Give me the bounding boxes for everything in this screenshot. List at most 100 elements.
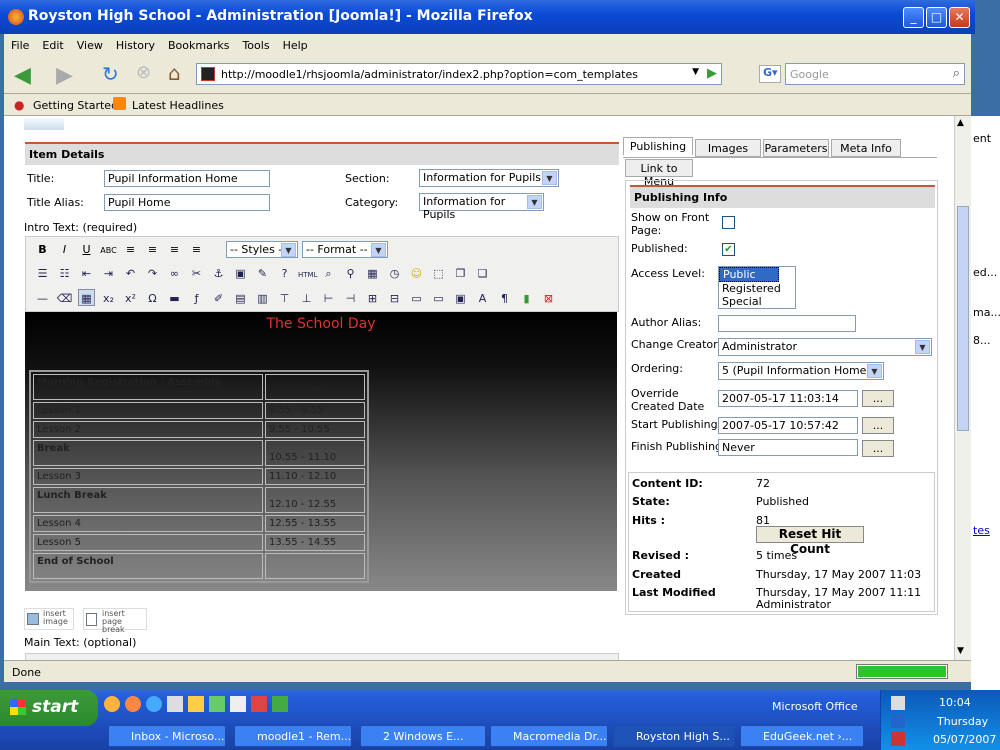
quick-launch-icon[interactable] — [251, 696, 267, 712]
forward-icon[interactable]: ▶ — [56, 63, 73, 88]
scroll-down-icon[interactable]: ▼ — [957, 646, 964, 656]
author-alias-input[interactable] — [718, 315, 856, 332]
fragment-link[interactable]: tes — [973, 524, 990, 537]
task-royston[interactable]: Royston High S... — [613, 725, 735, 747]
redo-icon[interactable]: ↷ — [144, 265, 161, 282]
media-icon[interactable]: ⬚ — [430, 265, 447, 282]
split-cell-icon[interactable]: ⊞ — [364, 290, 381, 307]
hr-icon[interactable]: ▬ — [166, 290, 183, 307]
task-edugeek[interactable]: EduGeek.net ›... — [740, 725, 864, 747]
cell-props-icon[interactable]: ▥ — [254, 290, 271, 307]
date-icon[interactable]: ▦ — [364, 265, 381, 282]
finish-calendar-button[interactable]: ... — [862, 440, 894, 457]
remove-format-icon[interactable]: ⌫ — [56, 290, 73, 307]
justify-icon[interactable]: ≡ — [188, 241, 205, 258]
title-input[interactable]: Pupil Information Home — [104, 170, 270, 187]
search-icon[interactable]: ⌕ — [953, 66, 960, 81]
quick-launch-icon[interactable] — [209, 696, 225, 712]
tab-images[interactable]: Images — [695, 139, 761, 157]
search-icon[interactable]: ⌕ — [320, 265, 337, 282]
bold-icon[interactable]: B — [34, 241, 51, 258]
menu-file[interactable]: File — [11, 39, 29, 52]
numbered-list-icon[interactable]: ☷ — [56, 265, 73, 282]
charmap-icon[interactable]: Ω — [144, 290, 161, 307]
access-option-public[interactable]: Public — [719, 267, 779, 282]
url-dropdown-icon[interactable]: ▼ — [692, 67, 699, 77]
task-windows-explorer[interactable]: 2 Windows E... — [360, 725, 486, 747]
row-props-icon[interactable]: ▤ — [232, 290, 249, 307]
menu-history[interactable]: History — [116, 39, 155, 52]
finish-publishing-input[interactable]: Never — [718, 439, 858, 456]
align-left-icon[interactable]: ≡ — [122, 241, 139, 258]
editor-content[interactable]: The School Day Morning Registration / As… — [25, 312, 617, 591]
insert-row-icon[interactable]: ⊤ — [276, 290, 293, 307]
insert-col-icon[interactable]: ⊢ — [320, 290, 337, 307]
start-calendar-button[interactable]: ... — [862, 417, 894, 434]
task-inbox[interactable]: Inbox - Microso... — [108, 725, 226, 747]
ordering-select[interactable]: 5 (Pupil Information Home) ▼ — [718, 362, 884, 380]
tab-link-to-menu[interactable]: Link to Menu — [625, 159, 693, 188]
menu-tools[interactable]: Tools — [242, 39, 269, 52]
close-button[interactable]: ✕ — [949, 7, 970, 28]
alias-input[interactable]: Pupil Home — [104, 194, 270, 211]
quick-launch-icon[interactable] — [167, 696, 183, 712]
clock-time[interactable]: 10:04 — [939, 696, 971, 709]
insert-pagebreak-button[interactable]: insert page break — [83, 608, 147, 634]
bullet-list-icon[interactable]: ☰ — [34, 265, 51, 282]
bookmark-getting-started[interactable]: Getting Started — [33, 99, 118, 112]
flash-icon[interactable]: ƒ — [188, 290, 205, 307]
override-calendar-button[interactable]: ... — [862, 390, 894, 407]
section-select[interactable]: Information for Pupils ▼ — [419, 169, 559, 187]
back-icon[interactable]: ◀ — [14, 63, 31, 88]
subscript-icon[interactable]: x₂ — [100, 290, 117, 307]
visualaid-icon[interactable]: ✐ — [210, 290, 227, 307]
tray-icon[interactable] — [891, 696, 905, 710]
creator-select[interactable]: Administrator ▼ — [718, 338, 932, 356]
tray-icon[interactable] — [891, 732, 905, 746]
search-input[interactable]: Google ⌕ — [785, 63, 965, 85]
access-option-special[interactable]: Special — [719, 295, 795, 308]
delete-col-icon[interactable]: ⊣ — [342, 290, 359, 307]
task-macromedia[interactable]: Macromedia Dr... — [490, 725, 608, 747]
office-toolbar-label[interactable]: Microsoft Office — [772, 700, 858, 713]
quick-launch-icon[interactable] — [188, 696, 204, 712]
front-page-checkbox[interactable] — [722, 216, 735, 229]
superscript-icon[interactable]: x² — [122, 290, 139, 307]
layer-icon[interactable]: ▭ — [408, 290, 425, 307]
schedule-table[interactable]: Morning Registration / Assembly 8.45 - 8.… — [29, 370, 369, 583]
reload-icon[interactable]: ↻ — [102, 62, 119, 86]
menu-help[interactable]: Help — [283, 39, 308, 52]
emotions-icon[interactable]: ☺ — [408, 265, 425, 282]
tray-icon[interactable] — [891, 714, 905, 728]
menu-edit[interactable]: Edit — [42, 39, 63, 52]
link-icon[interactable]: ∞ — [166, 265, 183, 282]
style-icon[interactable]: ▭ — [430, 290, 447, 307]
scroll-thumb[interactable] — [957, 206, 969, 431]
published-checkbox[interactable]: ✔ — [722, 243, 735, 256]
html-icon[interactable]: HTML — [298, 267, 317, 284]
insert-image-button[interactable]: insert image — [24, 608, 74, 630]
go-icon[interactable]: ▶ — [707, 66, 717, 81]
merge-cell-icon[interactable]: ⊟ — [386, 290, 403, 307]
movie-icon[interactable]: ▮ — [518, 290, 535, 307]
scroll-up-icon[interactable]: ▲ — [957, 118, 964, 128]
indent-icon[interactable]: ⇥ — [100, 265, 117, 282]
font-icon[interactable]: A — [474, 290, 491, 307]
undo-icon[interactable]: ↶ — [122, 265, 139, 282]
quick-launch-icon[interactable] — [104, 696, 120, 712]
home-icon[interactable]: ⌂ — [168, 61, 181, 85]
tab-publishing[interactable]: Publishing — [623, 137, 693, 155]
paragraph-icon[interactable]: ¶ — [496, 290, 513, 307]
search-engine-icon[interactable]: G▾ — [759, 65, 781, 83]
start-button[interactable]: start — [0, 690, 98, 726]
url-bar[interactable]: http://moodle1/rhsjoomla/administrator/i… — [196, 63, 722, 85]
access-level-list[interactable]: Public Registered Special — [718, 266, 796, 309]
print-icon[interactable]: ▣ — [452, 290, 469, 307]
firefox-icon[interactable] — [125, 696, 141, 712]
horizontal-rule-icon[interactable]: — — [34, 290, 51, 307]
format-select[interactable]: -- Format -- ▼ — [302, 241, 388, 258]
underline-icon[interactable]: U — [78, 241, 95, 258]
minimize-button[interactable]: _ — [903, 7, 924, 28]
italic-icon[interactable]: I — [56, 241, 73, 258]
override-created-input[interactable]: 2007-05-17 11:03:14 — [718, 390, 858, 407]
